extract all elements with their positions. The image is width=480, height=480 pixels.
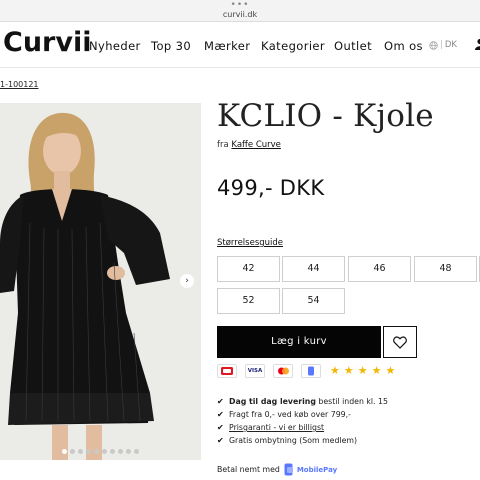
product-image[interactable]: [0, 103, 201, 460]
site-logo[interactable]: Curvii: [3, 27, 91, 58]
star-icon: ★: [357, 364, 368, 377]
nav-item-om-os[interactable]: Om os: [384, 39, 423, 53]
gallery-dot[interactable]: [110, 449, 115, 454]
gallery-next-arrow[interactable]: ›: [180, 274, 194, 288]
size-option-52[interactable]: 52: [217, 288, 280, 314]
size-option-42[interactable]: 42: [217, 256, 280, 282]
product-price: 499,- DKK: [217, 176, 325, 200]
size-option-48[interactable]: 48: [414, 256, 477, 282]
nav-item-outlet[interactable]: Outlet: [334, 39, 372, 53]
breadcrumb[interactable]: 1-100121: [0, 80, 39, 89]
usp-shipping-text: Fragt fra 0,- ved køb over 799,-: [229, 410, 351, 419]
site-header: Curvii Nyheder Top 30 Mærker Kategorier …: [0, 22, 480, 68]
gallery-dot[interactable]: [70, 449, 75, 454]
product-brand-line: fra Kaffe Curve: [217, 140, 281, 150]
gallery-dot[interactable]: [78, 449, 83, 454]
gallery-dot[interactable]: [86, 449, 91, 454]
usp-shipping: ✔ Fragt fra 0,- ved køb over 799,-: [217, 410, 351, 419]
dankort-icon: [217, 364, 237, 378]
language-code: DK: [444, 40, 457, 50]
gallery-pagination: [0, 449, 201, 454]
heart-icon: [393, 335, 407, 349]
nav-item-top30[interactable]: Top 30: [151, 39, 191, 53]
mobilepay-icon: [301, 364, 321, 378]
check-icon: ✔: [217, 410, 224, 419]
language-selector[interactable]: | DK: [429, 40, 457, 50]
wishlist-button[interactable]: [383, 326, 417, 358]
nav-item-nyheder[interactable]: Nyheder: [89, 39, 141, 53]
usp-price-guarantee: ✔ Prisgaranti - vi er billigst: [217, 423, 324, 432]
usp-delivery-bold: Dag til dag levering: [229, 397, 316, 406]
mobilepay-logo-icon: [284, 463, 293, 476]
gallery-dot[interactable]: [102, 449, 107, 454]
gallery-dot[interactable]: [118, 449, 123, 454]
dress-model-photo: [0, 103, 201, 460]
mobilepay-text: Betal nemt med: [217, 465, 280, 474]
browser-url[interactable]: curvii.dk: [0, 10, 480, 19]
gallery-dot[interactable]: [126, 449, 131, 454]
size-guide-link[interactable]: Størrelsesguide: [217, 238, 283, 248]
nav-item-kategorier[interactable]: Kategorier: [261, 39, 325, 53]
check-icon: ✔: [217, 397, 224, 406]
rating-stars: ★ ★ ★ ★ ★: [330, 364, 395, 378]
star-icon: ★: [371, 364, 382, 377]
mobilepay-logo: MobilePay: [284, 463, 337, 476]
usp-exchange-text: Gratis ombytning (Som medlem): [229, 436, 358, 445]
visa-icon: VISA: [245, 364, 265, 378]
star-icon: ★: [343, 364, 354, 377]
check-icon: ✔: [217, 423, 224, 432]
gallery-dot[interactable]: [62, 449, 67, 454]
browser-address-bar: ••• curvii.dk: [0, 0, 480, 22]
globe-icon: [429, 40, 438, 50]
price-guarantee-link[interactable]: Prisgaranti - vi er billigst: [229, 423, 324, 432]
check-icon: ✔: [217, 436, 224, 445]
size-option-46[interactable]: 46: [348, 256, 411, 282]
browser-menu-dots[interactable]: •••: [0, 1, 480, 10]
mobilepay-banner: Betal nemt med MobilePay: [217, 463, 337, 476]
star-icon: ★: [385, 364, 396, 377]
mobilepay-logo-text: MobilePay: [296, 465, 338, 474]
brand-link[interactable]: Kaffe Curve: [231, 140, 281, 150]
size-option-54[interactable]: 54: [282, 288, 345, 314]
nav-item-maerker[interactable]: Mærker: [204, 39, 250, 53]
size-option-44[interactable]: 44: [282, 256, 345, 282]
brand-prefix: fra: [217, 140, 229, 150]
product-title: KCLIO - Kjole: [217, 98, 434, 134]
add-to-cart-button[interactable]: Læg i kurv: [217, 326, 381, 358]
star-icon: ★: [330, 364, 340, 377]
gallery-dot[interactable]: [94, 449, 99, 454]
account-icon[interactable]: [474, 38, 480, 50]
usp-exchange: ✔ Gratis ombytning (Som medlem): [217, 436, 357, 445]
mastercard-icon: [273, 364, 293, 378]
usp-delivery: ✔ Dag til dag levering bestil inden kl. …: [217, 397, 388, 406]
usp-delivery-rest: bestil inden kl. 15: [315, 397, 388, 406]
gallery-dot[interactable]: [134, 449, 139, 454]
